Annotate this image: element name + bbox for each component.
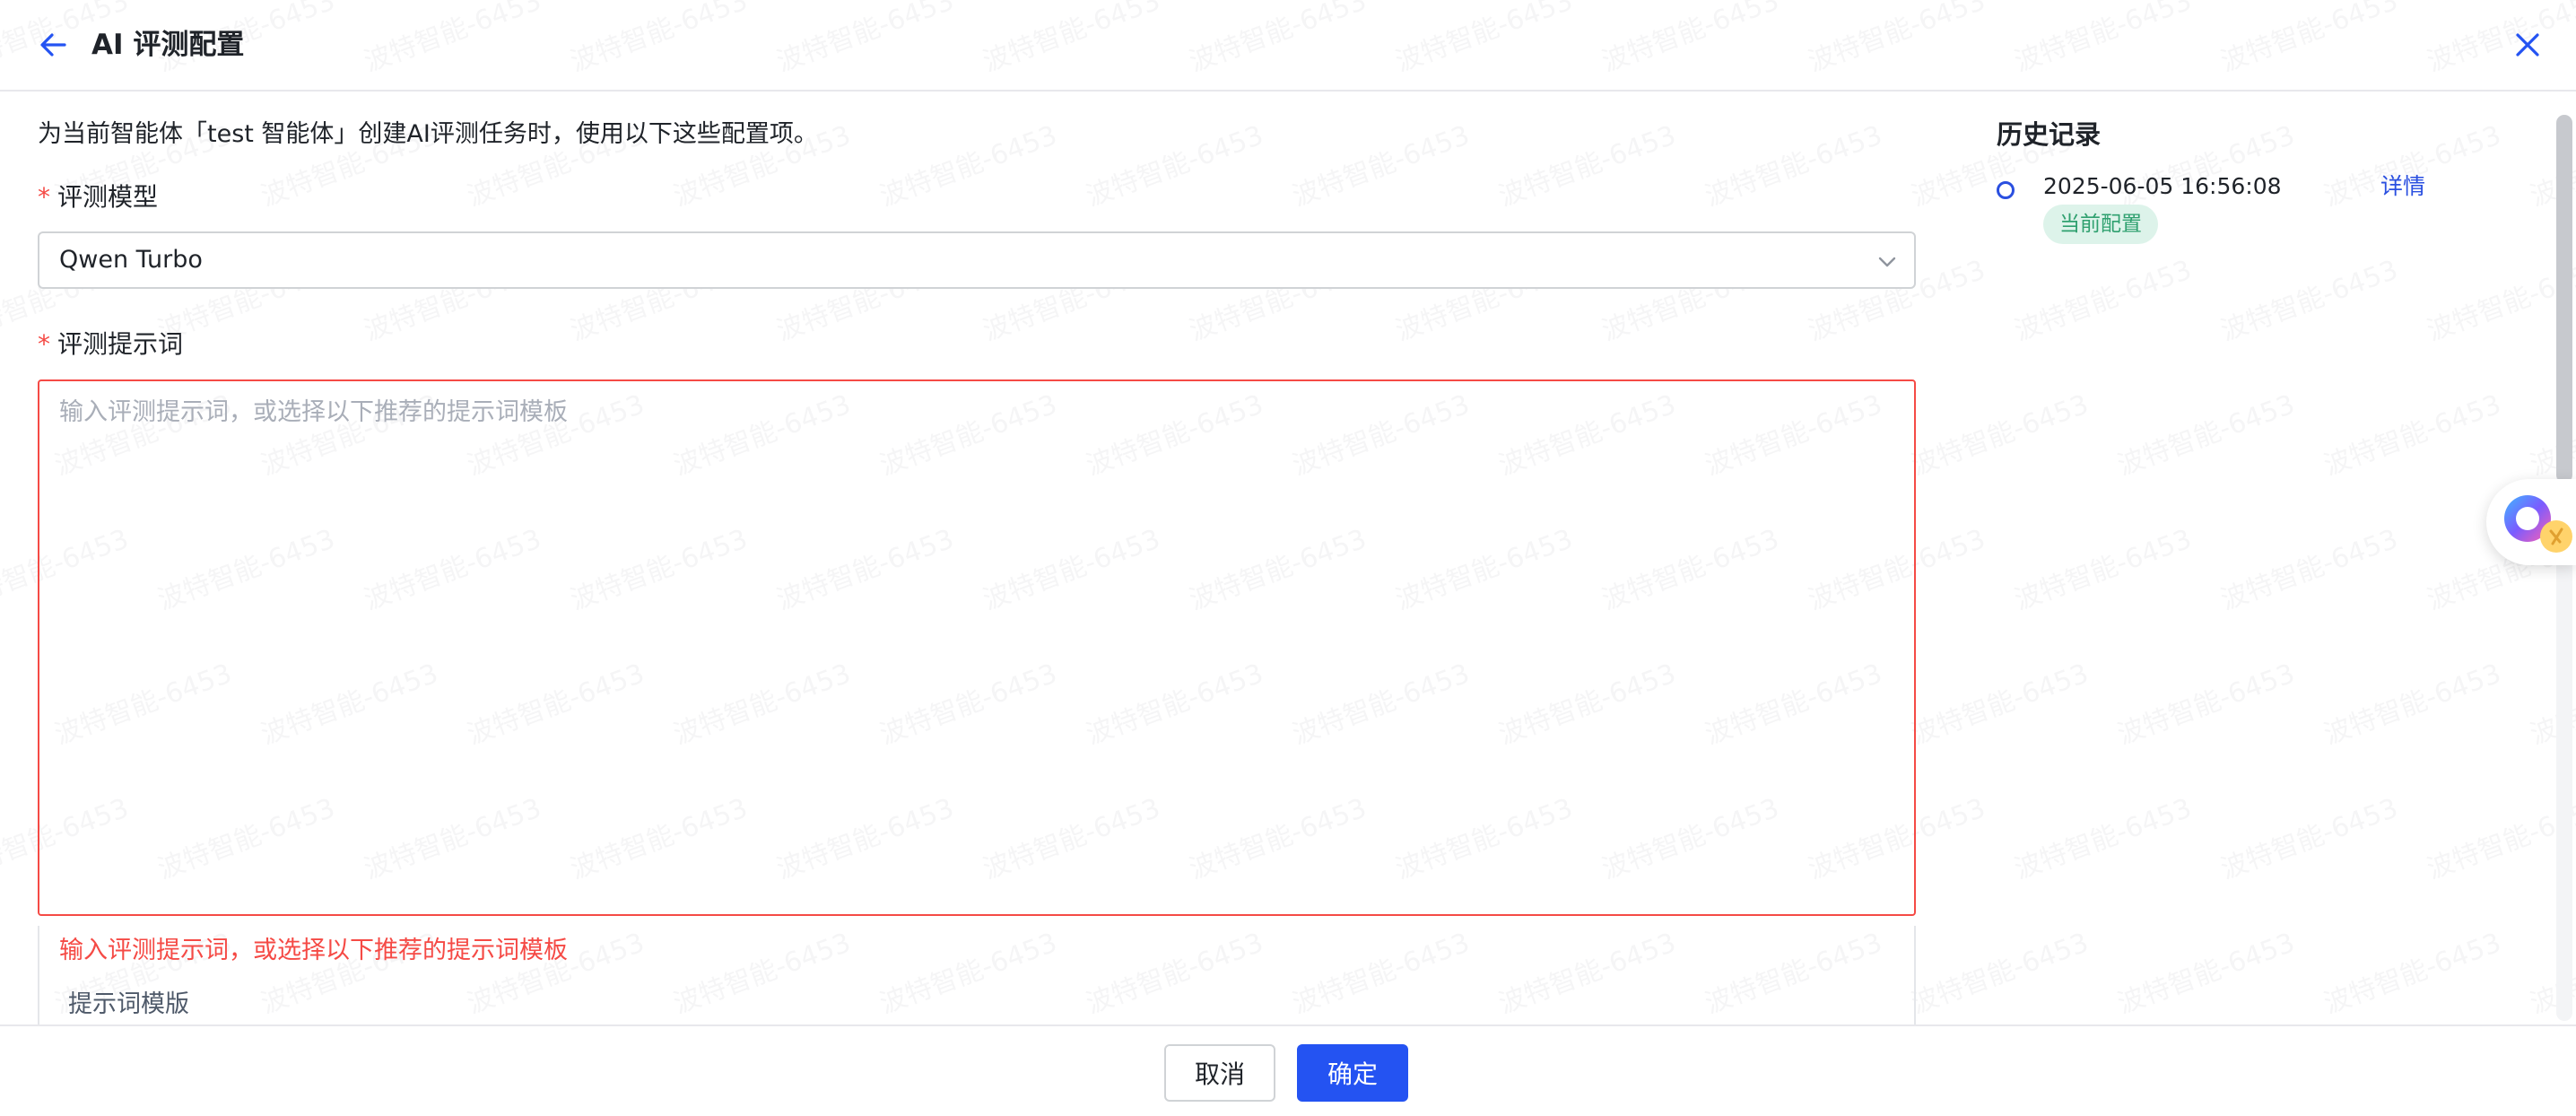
watermark-text: 波特智能-6453 xyxy=(2216,254,2403,348)
history-title: 历史记录 xyxy=(1997,119,2102,150)
assistant-float-button[interactable] xyxy=(2486,479,2576,565)
history-detail-link[interactable]: 详情 xyxy=(2380,169,2425,205)
watermark-text: 波特智能-6453 xyxy=(2010,792,2197,886)
watermark-text: 波特智能-6453 xyxy=(2423,254,2576,348)
model-label: * 评测模型 xyxy=(38,179,158,215)
prompt-label: * 评测提示词 xyxy=(38,327,183,362)
prompt-textarea[interactable] xyxy=(38,379,1916,916)
watermark-text: 波特智能-6453 xyxy=(2319,927,2506,1021)
prompt-error-message: 输入评测提示词，或选择以下推荐的提示词模板 xyxy=(59,937,568,964)
watermark-text: 波特智能-6453 xyxy=(2010,254,2197,348)
current-config-badge: 当前配置 xyxy=(2043,205,2158,244)
required-mark: * xyxy=(38,182,50,212)
dialog-footer xyxy=(0,1024,2576,1116)
model-select-value: Qwen Turbo xyxy=(59,246,203,274)
chevron-down-icon xyxy=(1878,257,1896,267)
watermark-text: 波特智能-6453 xyxy=(875,119,1062,214)
watermark-text: 波特智能-6453 xyxy=(1288,119,1475,214)
watermark-text: 波特智能-6453 xyxy=(1082,119,1268,214)
page-title: AI 评测配置 xyxy=(91,29,245,61)
close-icon xyxy=(2516,33,2539,57)
watermark-text: 波特智能-6453 xyxy=(1907,388,2093,483)
watermark-text: 波特智能-6453 xyxy=(2319,388,2506,483)
template-section-label: 提示词模版 xyxy=(68,990,189,1018)
watermark-text: 波特智能-6453 xyxy=(2113,388,2300,483)
cancel-button[interactable]: 取消 xyxy=(1164,1044,1275,1102)
watermark-text: 波特智能-6453 xyxy=(2319,658,2506,752)
close-button[interactable] xyxy=(2508,25,2547,65)
watermark-text: 波特智能-6453 xyxy=(2010,523,2197,617)
model-label-text: 评测模型 xyxy=(57,182,159,212)
arrow-left-icon xyxy=(40,33,66,57)
scrollbar-thumb[interactable] xyxy=(2556,115,2572,483)
watermark-text: 波特智能-6453 xyxy=(2216,523,2403,617)
watermark-text: 波特智能-6453 xyxy=(1701,119,1887,214)
scrollbar-track[interactable] xyxy=(2556,115,2572,1021)
prompt-label-text: 评测提示词 xyxy=(57,329,184,359)
watermark-text: 波特智能-6453 xyxy=(2113,658,2300,752)
assistant-logo-icon xyxy=(2504,495,2572,553)
watermark-text: 波特智能-6453 xyxy=(2216,792,2403,886)
dialog-header: AI 评测配置 xyxy=(0,0,2576,92)
required-mark: * xyxy=(38,329,50,359)
confirm-button[interactable]: 确定 xyxy=(1297,1044,1408,1102)
watermark-text: 波特智能-6453 xyxy=(1907,658,2093,752)
watermark-text: 波特智能-6453 xyxy=(2113,927,2300,1021)
watermark-text: 波特智能-6453 xyxy=(2423,792,2576,886)
form-description: 为当前智能体「test 智能体」创建AI评测任务时，使用以下这些配置项。 xyxy=(38,120,818,148)
watermark-text: 波特智能-6453 xyxy=(1907,927,2093,1021)
watermark-text: 波特智能-6453 xyxy=(1494,119,1681,214)
history-time: 2025-06-05 16:56:08 xyxy=(2043,173,2282,199)
model-select[interactable]: Qwen Turbo xyxy=(38,231,1916,289)
back-button[interactable] xyxy=(34,25,74,65)
timeline-dot-icon xyxy=(1997,181,2015,199)
